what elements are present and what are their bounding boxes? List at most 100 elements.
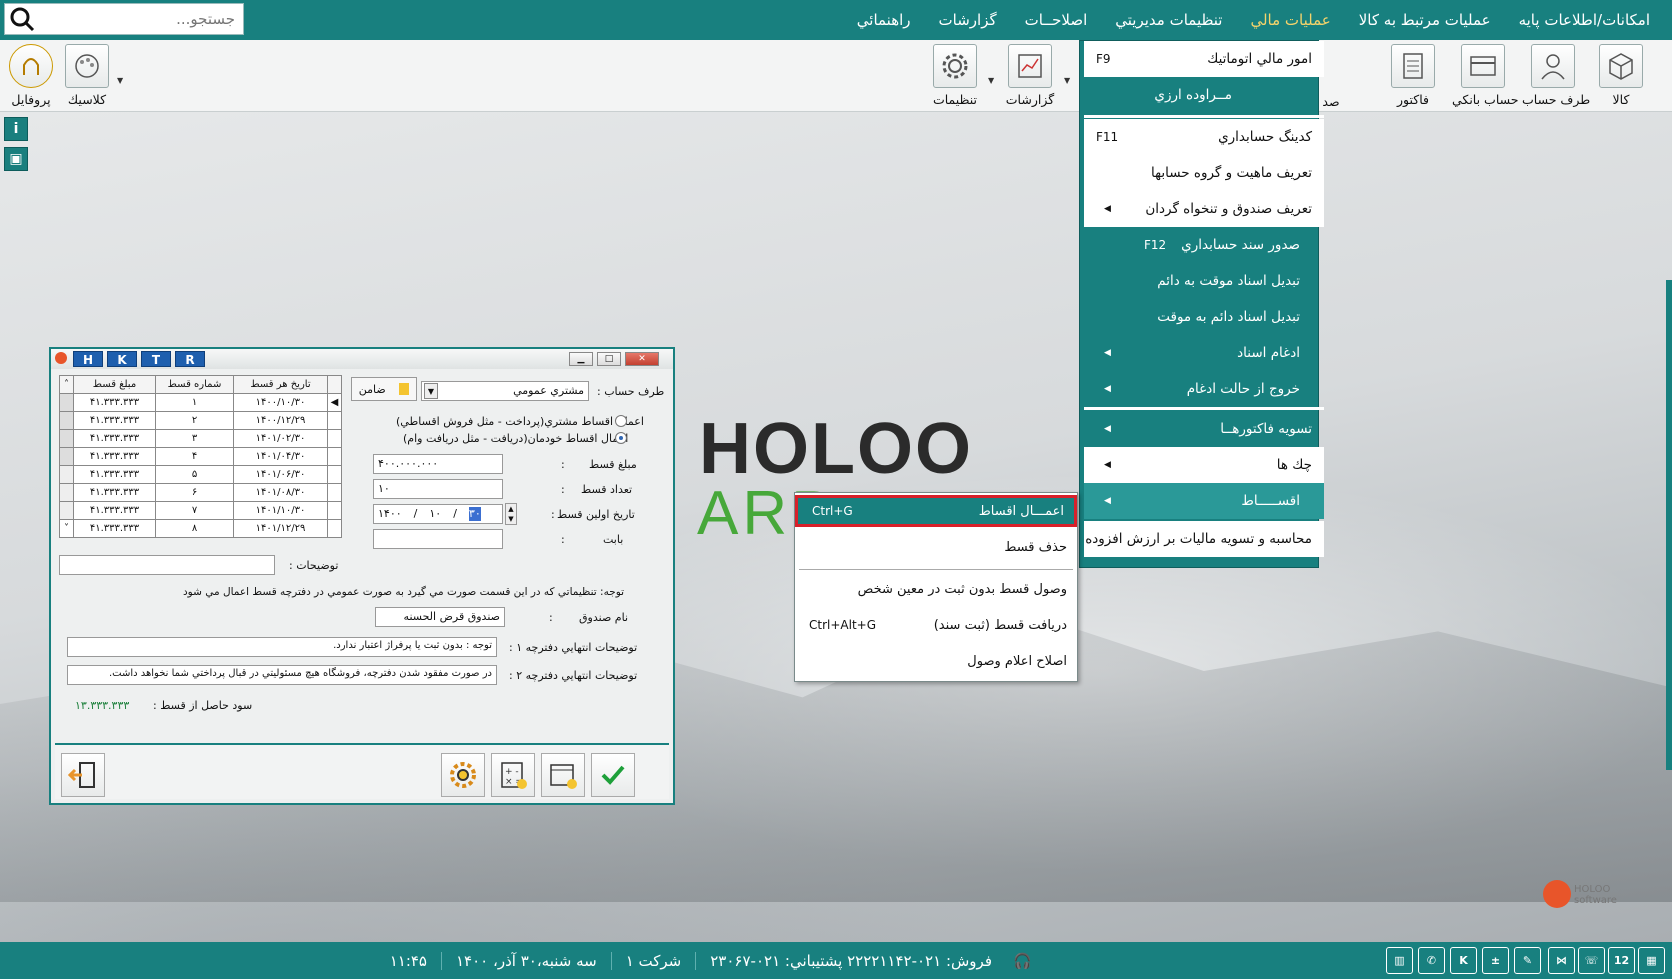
menu-item-merge[interactable]: ادغام اسناد ◀ <box>1084 335 1324 371</box>
table-row[interactable]: ۱۴۰۱/۱۲/۲۹ ۸ ۴۱.۳۳۳.۳۳۳ ˅ <box>59 519 342 538</box>
amount-input[interactable]: ۴۰۰.۰۰۰.۰۰۰ <box>373 454 503 474</box>
radio-customer-label: اعمال اقساط مشتري(پرداخت - مثل فروش اقسا… <box>396 415 644 428</box>
menu-item-unmerge[interactable]: خروج از حالت ادغام ◀ <box>1084 371 1324 407</box>
maximize-button[interactable]: □ <box>597 352 621 366</box>
table-row[interactable]: ۱۴۰۱/۰۶/۳۰ ۵ ۴۱.۳۳۳.۳۳۳ <box>59 465 342 484</box>
menu-item-currency[interactable]: مــراوده ارزي <box>1084 77 1324 113</box>
info-icon[interactable]: i <box>4 117 28 141</box>
menu-corrections[interactable]: اصلاحــات <box>1011 11 1102 29</box>
submenu-receive-no-voucher[interactable]: وصول قسط بدون ثبت در معين شخص <box>795 573 1077 605</box>
table-row[interactable]: ۱۴۰۱/۰۸/۳۰ ۶ ۴۱.۳۳۳.۳۳۳ <box>59 483 342 502</box>
menu-item-cheques[interactable]: چك ها ◀ <box>1084 447 1324 483</box>
calculator-button[interactable]: + - × = <box>491 753 535 797</box>
hotkey-r[interactable]: R <box>175 351 205 367</box>
bank-account-button[interactable]: حساب بانكي <box>1452 44 1519 110</box>
submenu-fix-notice[interactable]: اصلاح اعلام وصول <box>795 645 1077 677</box>
checkmark-icon <box>601 765 625 785</box>
confirm-button[interactable] <box>591 753 635 797</box>
calculator-status-icon[interactable]: ± <box>1482 947 1509 974</box>
table-row[interactable]: ۱۴۰۱/۰۴/۳۰ ۴ ۴۱.۳۳۳.۳۳۳ <box>59 447 342 466</box>
hotkey-k[interactable]: K <box>107 351 137 367</box>
desc-label: توضيحات : <box>289 559 339 572</box>
account-select[interactable]: مشتري عمومي ▼ <box>421 381 589 401</box>
menu-item-vat[interactable]: محاسبه و تسويه ماليات بر ارزش افزوده <box>1084 521 1324 557</box>
first-date-input[interactable]: ۱۴۰۰/۱۰/۳۰ <box>373 504 503 524</box>
phonebook-icon[interactable]: ☏ <box>1578 947 1605 974</box>
exit-button[interactable] <box>61 753 105 797</box>
phone-icon[interactable]: ✆ <box>1418 947 1445 974</box>
exit-door-icon <box>68 762 95 788</box>
right-edge-scrollbar[interactable] <box>1666 280 1672 770</box>
invoice-button[interactable]: فاكتور <box>1382 44 1444 110</box>
menu-basic-info[interactable]: امكانات/اطلاعات پايه <box>1505 11 1664 29</box>
menu-reports[interactable]: گزارشات <box>925 11 1011 29</box>
end2-input[interactable]: در صورت مفقود شدن دفترچه، فروشگاه هيچ مس… <box>67 665 497 685</box>
k-icon[interactable]: K <box>1450 947 1477 974</box>
gear-icon <box>933 44 977 88</box>
menu-help[interactable]: راهنمائي <box>843 11 925 29</box>
radio-own-label: اعمال اقساط خودمان(دريافت - مثل دريافت و… <box>403 432 629 445</box>
settings-gear-button[interactable] <box>441 753 485 797</box>
calendar-grid-icon[interactable]: ▦ <box>1638 947 1665 974</box>
grid-scrollbar[interactable]: ˄ <box>59 375 74 394</box>
goods-button[interactable]: كالا <box>1590 44 1652 110</box>
invoice-icon <box>1391 44 1435 88</box>
radio-customer[interactable] <box>615 415 627 427</box>
guarantor-button[interactable]: ضامن <box>351 377 417 401</box>
search-input[interactable] <box>39 5 239 33</box>
end1-label: توضيحات انتهايي دفترچه ۱ : <box>509 641 638 654</box>
search-icon[interactable] <box>5 4 39 34</box>
end1-input[interactable]: توجه : بدون ثبت يا پرفراژ اعتبار ندارد. <box>67 637 497 657</box>
table-row[interactable]: ۱۴۰۱/۱۰/۳۰ ۷ ۴۱.۳۳۳.۳۳۳ <box>59 501 342 520</box>
calendar-day-icon[interactable]: 12 <box>1608 947 1635 974</box>
profile-button[interactable]: پروفايل <box>0 44 62 110</box>
fund-name-label: نام صندوق <box>579 611 629 624</box>
desc-input[interactable] <box>59 555 275 575</box>
settings-button[interactable]: تنظيمات <box>924 44 986 110</box>
settings-note: توجه: تنظيماتي كه در اين قسمت صورت مي گي… <box>183 586 625 598</box>
classic-button[interactable]: كلاسيك <box>56 44 118 110</box>
hotkey-h[interactable]: H <box>73 351 103 367</box>
menu-management-settings[interactable]: تنظيمات مديريتي <box>1101 11 1236 29</box>
first-date-label: تاريخ اولين قسط <box>557 508 635 521</box>
count-input[interactable]: ۱۰ <box>373 479 503 499</box>
settings-dropdown-arrow[interactable]: ▼ <box>988 76 994 85</box>
menu-item-temp-to-perm[interactable]: تبديل اسناد موقت به دائم <box>1084 263 1324 299</box>
submenu-delete-installment[interactable]: حذف قسط <box>795 531 1077 563</box>
note-icon[interactable]: ✎ <box>1514 947 1541 974</box>
end2-label: توضيحات انتهايي دفترچه ۲ : <box>509 669 638 682</box>
fund-name-input[interactable]: صندوق قرض الحسنه <box>375 607 505 627</box>
table-row[interactable]: ۱۴۰۰/۱۲/۲۹ ۲ ۴۱.۳۳۳.۳۳۳ <box>59 411 342 430</box>
minimize-button[interactable]: ▁ <box>569 352 593 366</box>
menu-item-issue-voucher[interactable]: صدور سند حسابداري F12 <box>1084 227 1324 263</box>
table-row[interactable]: ۱۴۰۱/۰۲/۳۰ ۳ ۴۱.۳۳۳.۳۳۳ <box>59 429 342 448</box>
close-button[interactable]: ✕ <box>625 352 659 366</box>
holoo-apple-logo <box>1543 880 1571 908</box>
reports-dropdown-arrow[interactable]: ▼ <box>1064 76 1070 85</box>
hotkey-t[interactable]: T <box>141 351 171 367</box>
menu-goods-ops[interactable]: عمليات مرتبط به كالا <box>1345 11 1505 29</box>
party-button[interactable]: طرف حساب <box>1522 44 1590 110</box>
user-card-icon[interactable]: ▣ <box>4 147 28 171</box>
menu-item-account-nature[interactable]: تعريف ماهيت و گروه حسابها <box>1084 155 1324 191</box>
menu-item-perm-to-temp[interactable]: تبديل اسناد دائم به موقت <box>1084 299 1324 335</box>
calendar-button[interactable] <box>541 753 585 797</box>
reports-button[interactable]: گزارشات <box>999 44 1061 110</box>
toolbar: كالا طرف حساب حساب بانكي فاكتور صد تنظيم… <box>0 40 1672 112</box>
for-input[interactable] <box>373 529 503 549</box>
menu-item-auto-financial[interactable]: امور مالي اتوماتيك F9 <box>1084 41 1324 77</box>
classic-dropdown-arrow[interactable]: ▼ <box>117 76 123 85</box>
date-spinner[interactable]: ▲ ▼ <box>505 503 517 525</box>
menu-item-installments[interactable]: اقســـــاط ◀ <box>1084 483 1324 519</box>
share-icon[interactable]: ⋈ <box>1548 947 1575 974</box>
account-label: طرف حساب : <box>597 385 665 398</box>
radio-own[interactable] <box>615 432 627 444</box>
menu-financial-ops[interactable]: عمليات مالي <box>1236 11 1344 29</box>
menu-item-fund[interactable]: تعريف صندوق و تنخواه گردان ◀ <box>1084 191 1324 227</box>
submenu-apply-installments[interactable]: اعمـــال اقساط Ctrl+G <box>795 495 1077 527</box>
submenu-receive-with-voucher[interactable]: دريافت قسط (ثبت سند) Ctrl+Alt+G <box>795 609 1077 641</box>
table-row[interactable]: ◀ ۱۴۰۰/۱۰/۳۰ ۱ ۴۱.۳۳۳.۳۳۳ <box>59 393 342 412</box>
menu-item-coding[interactable]: كدينگ حسابداري F11 <box>1084 119 1324 155</box>
schedule-icon[interactable]: ▥ <box>1386 947 1413 974</box>
menu-item-settle-invoices[interactable]: تسويه فاكتورهــا ◀ <box>1084 411 1324 447</box>
